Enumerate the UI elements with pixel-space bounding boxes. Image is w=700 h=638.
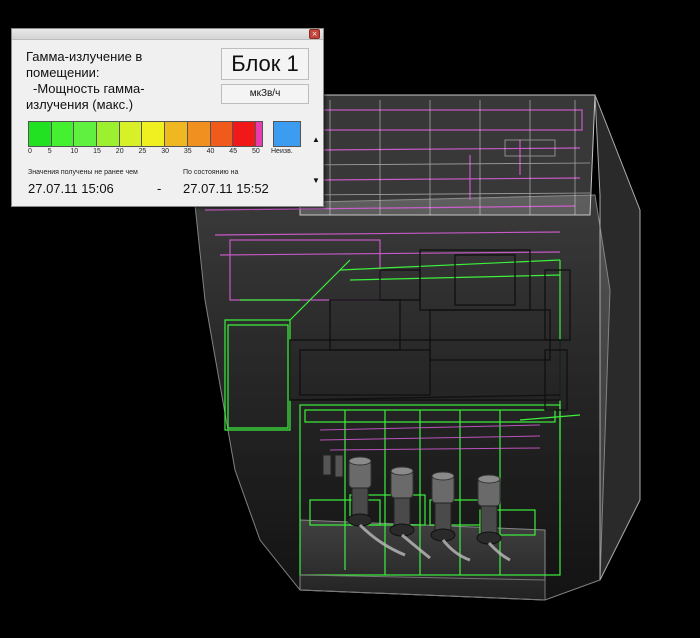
scale-tick-label: 40: [206, 148, 215, 155]
scale-segment: [97, 122, 120, 146]
scale-segment: [187, 122, 211, 146]
block-name-box: Блок 1: [221, 48, 309, 80]
scroll-down-arrow-icon[interactable]: ▼: [311, 176, 321, 186]
radiation-info-panel: × Гамма-излучение в помещении: -Мощность…: [11, 28, 324, 207]
pump-4: [476, 474, 502, 545]
scale-tick-label: 10: [70, 148, 79, 155]
unit-box: мкЗв/ч: [221, 84, 309, 104]
scale-segment: [255, 122, 262, 146]
from-timestamp: 27.07.11 15:06: [28, 181, 114, 196]
color-scale-ticks: 0 5 10 15 20 25 30 35 40 45 50: [28, 148, 268, 158]
pump-1: [347, 456, 373, 527]
timestamp-separator: -: [157, 181, 162, 196]
title-line-3: -Мощность гамма-: [33, 81, 145, 96]
measurement-title: Гамма-излучение в помещении: -Мощность г…: [26, 49, 226, 113]
asof-timestamp: 27.07.11 15:52: [183, 181, 269, 196]
scale-tick-label: 20: [115, 148, 124, 155]
scale-segment: [165, 122, 188, 146]
title-line-2: помещении:: [26, 65, 100, 80]
scroll-up-arrow-icon[interactable]: ▲: [311, 135, 321, 145]
scale-tick-label: 25: [138, 148, 147, 155]
scale-segment: [142, 122, 166, 146]
color-scale-bar: [28, 121, 263, 147]
scale-tick-label: 50: [252, 148, 260, 155]
pump-3: [430, 471, 456, 542]
unknown-color-swatch: [273, 121, 301, 147]
panel-titlebar[interactable]: ×: [12, 29, 323, 40]
from-label: Значения получены не ранее чем: [28, 169, 138, 176]
scale-tick-label: 5: [47, 148, 52, 155]
scale-tick-label: 35: [183, 148, 192, 155]
title-line-1: Гамма-излучение в: [26, 49, 143, 64]
scale-tick-label: 45: [229, 148, 238, 155]
title-line-4: излучения (макс.): [26, 97, 134, 112]
scale-segment: [119, 122, 143, 146]
scale-segment: [233, 122, 256, 146]
scale-segment: [29, 122, 52, 146]
scale-segment: [51, 122, 75, 146]
scale-tick-label: 30: [161, 148, 169, 155]
close-button[interactable]: ×: [309, 29, 320, 39]
pump-2: [389, 466, 415, 537]
scale-segment: [210, 122, 234, 146]
asof-label: По состоянию на: [183, 169, 239, 176]
scale-segment: [74, 122, 98, 146]
scale-tick-label: 0: [28, 148, 32, 155]
unknown-label: Неизв.: [271, 148, 293, 155]
scale-tick-label: 15: [93, 148, 101, 155]
